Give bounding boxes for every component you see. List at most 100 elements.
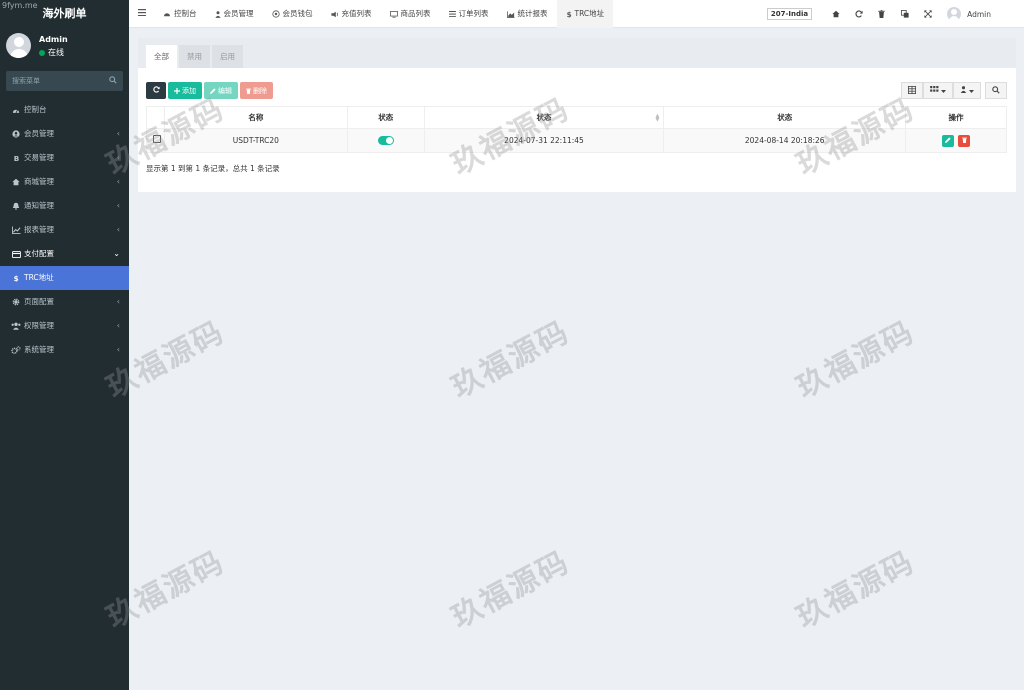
export-button[interactable] [953,82,981,99]
table-toolbar: 添加 编辑 删除 [146,82,275,99]
tab-stat-report[interactable]: 统计报表 [498,0,557,28]
tab-dashboard[interactable]: 控制台 [154,0,206,28]
tab-members[interactable]: 会员管理 [206,0,263,28]
chevron-left-icon: ‹ [116,297,120,306]
tab-label: TRC地址 [574,9,605,18]
dashboard-icon [163,11,171,17]
toggle-view-button[interactable] [901,82,923,99]
columns-button[interactable] [923,82,953,99]
top-navbar: 控制台 会员管理 会员钱包 充值列表 商品列表 订单列表 统计报表 $ TRC地 [129,0,1024,28]
refresh-button[interactable] [146,82,166,99]
sort-icon: ▲ ▼ [655,113,660,123]
navbar-user-menu[interactable]: Admin [947,7,991,21]
search-icon[interactable] [109,76,117,86]
sidebar-item-reports[interactable]: 报表管理 ‹ [0,218,129,242]
pencil-icon [944,136,951,145]
language-icon[interactable] [893,10,916,18]
cogs-icon [11,346,21,354]
sidebar-item-trade[interactable]: B 交易管理 ‹ [0,146,129,170]
area-chart-icon [506,10,515,18]
avatar [6,33,31,58]
svg-text:B: B [13,154,18,162]
row-delete-button[interactable] [958,134,971,147]
add-button[interactable]: 添加 [168,82,202,99]
cell-created: 2024-07-31 22:11:45 [423,128,665,153]
row-edit-button[interactable] [941,134,954,147]
hamburger-menu-icon[interactable] [138,9,146,18]
bell-icon [11,202,21,210]
delete-button[interactable]: 删除 [240,82,273,99]
tab-member-wallet[interactable]: 会员钱包 [263,0,322,28]
refresh-icon[interactable] [847,10,870,18]
select-all-header [146,106,165,129]
sidebar-item-permissions[interactable]: 权限管理 ‹ [0,314,129,338]
chevron-down-icon: ⌄ [113,249,120,258]
edit-button[interactable]: 编辑 [204,82,238,99]
sidebar-item-label: 权限管理 [24,321,54,330]
trc-address-table: 名称 状态 状态 ▲▼ 状态 操作 USDT-TRC20 2024-07-31 [146,106,1007,153]
sidebar-item-mall[interactable]: 商城管理 ‹ [0,170,129,194]
app-brand[interactable]: 9fym.me 海外刷单 [0,0,129,28]
sidebar-item-payment-config[interactable]: 支付配置 ⌄ [0,242,129,266]
user-panel: Admin 在线 [0,28,129,68]
sidebar-menu: 控制台 会员管理 ‹ B 交易管理 ‹ 商城管理 ‹ 通知管理 ‹ 报表管理 ‹ [0,98,129,362]
gear-icon [11,298,21,306]
status-toggle[interactable] [377,136,394,146]
tab-product-list[interactable]: 商品列表 [381,0,440,28]
users-icon [11,322,21,330]
filter-tab-disabled[interactable]: 禁用 [179,45,210,68]
home-icon[interactable] [824,10,847,18]
column-header-updated[interactable]: 状态 [663,106,907,129]
table-tools [901,82,1007,99]
pencil-icon [210,87,216,94]
sidebar-item-notify[interactable]: 通知管理 ‹ [0,194,129,218]
sidebar-search [6,71,123,91]
row-checkbox[interactable] [153,135,161,143]
user-icon [960,86,967,95]
caret-down-icon [941,86,946,95]
column-header-label: 状态 [536,113,552,122]
navbar-user-name: Admin [967,9,991,19]
sidebar-item-system[interactable]: 系统管理 ‹ [0,338,129,362]
tab-label: 会员管理 [223,9,254,18]
online-dot-icon [39,49,45,56]
add-button-label: 添加 [182,86,196,95]
svg-text:$: $ [14,274,19,282]
sidebar-item-members[interactable]: 会员管理 ‹ [0,122,129,146]
dashboard-icon [11,107,21,114]
filter-tab-enabled[interactable]: 启用 [212,45,243,68]
sidebar-item-label: 页面配置 [24,297,54,306]
sidebar-item-dashboard[interactable]: 控制台 [0,98,129,122]
cell-name: USDT-TRC20 [163,128,348,153]
sidebar-search-input[interactable] [6,71,123,91]
trash-icon [961,136,967,145]
table-icon [908,85,916,96]
sidebar-item-trc-address[interactable]: $ TRC地址 [0,266,129,290]
user-status: 在线 [39,47,68,58]
tab-label: 充值列表 [341,9,372,18]
content-panel: 全部 禁用 启用 添加 编辑 删除 名称 状态 状态 ▲ ▼ 状态 操作 USD… [138,38,1016,192]
sidebar: 9fym.me 海外刷单 Admin 在线 控制台 会员管理 ‹ B [0,0,129,690]
tab-label: 商品列表 [400,9,431,18]
refresh-icon [152,86,160,95]
list-icon [448,11,456,17]
sidebar-item-page-config[interactable]: 页面配置 ‹ [0,290,129,314]
tab-trc-address[interactable]: $ TRC地址 [556,0,614,28]
search-icon [992,85,1000,96]
line-chart-icon [11,226,21,234]
site-badge[interactable]: 207-India [766,8,813,20]
fullscreen-icon[interactable] [916,10,939,18]
tab-recharge-list[interactable]: 充值列表 [322,0,381,28]
trash-icon[interactable] [870,10,893,18]
search-toggle-button[interactable] [985,82,1007,99]
grid-icon [930,86,939,95]
column-header-status[interactable]: 状态 [346,106,425,129]
column-header-created[interactable]: 状态 ▲ ▼ [423,106,665,129]
filter-tab-all[interactable]: 全部 [146,45,177,68]
tab-order-list[interactable]: 订单列表 [440,0,498,28]
svg-text:$: $ [566,10,571,18]
column-header-name[interactable]: 名称 [163,106,348,129]
bitcoin-icon: B [11,154,21,162]
chevron-left-icon: ‹ [116,129,120,138]
edit-button-label: 编辑 [218,86,232,95]
